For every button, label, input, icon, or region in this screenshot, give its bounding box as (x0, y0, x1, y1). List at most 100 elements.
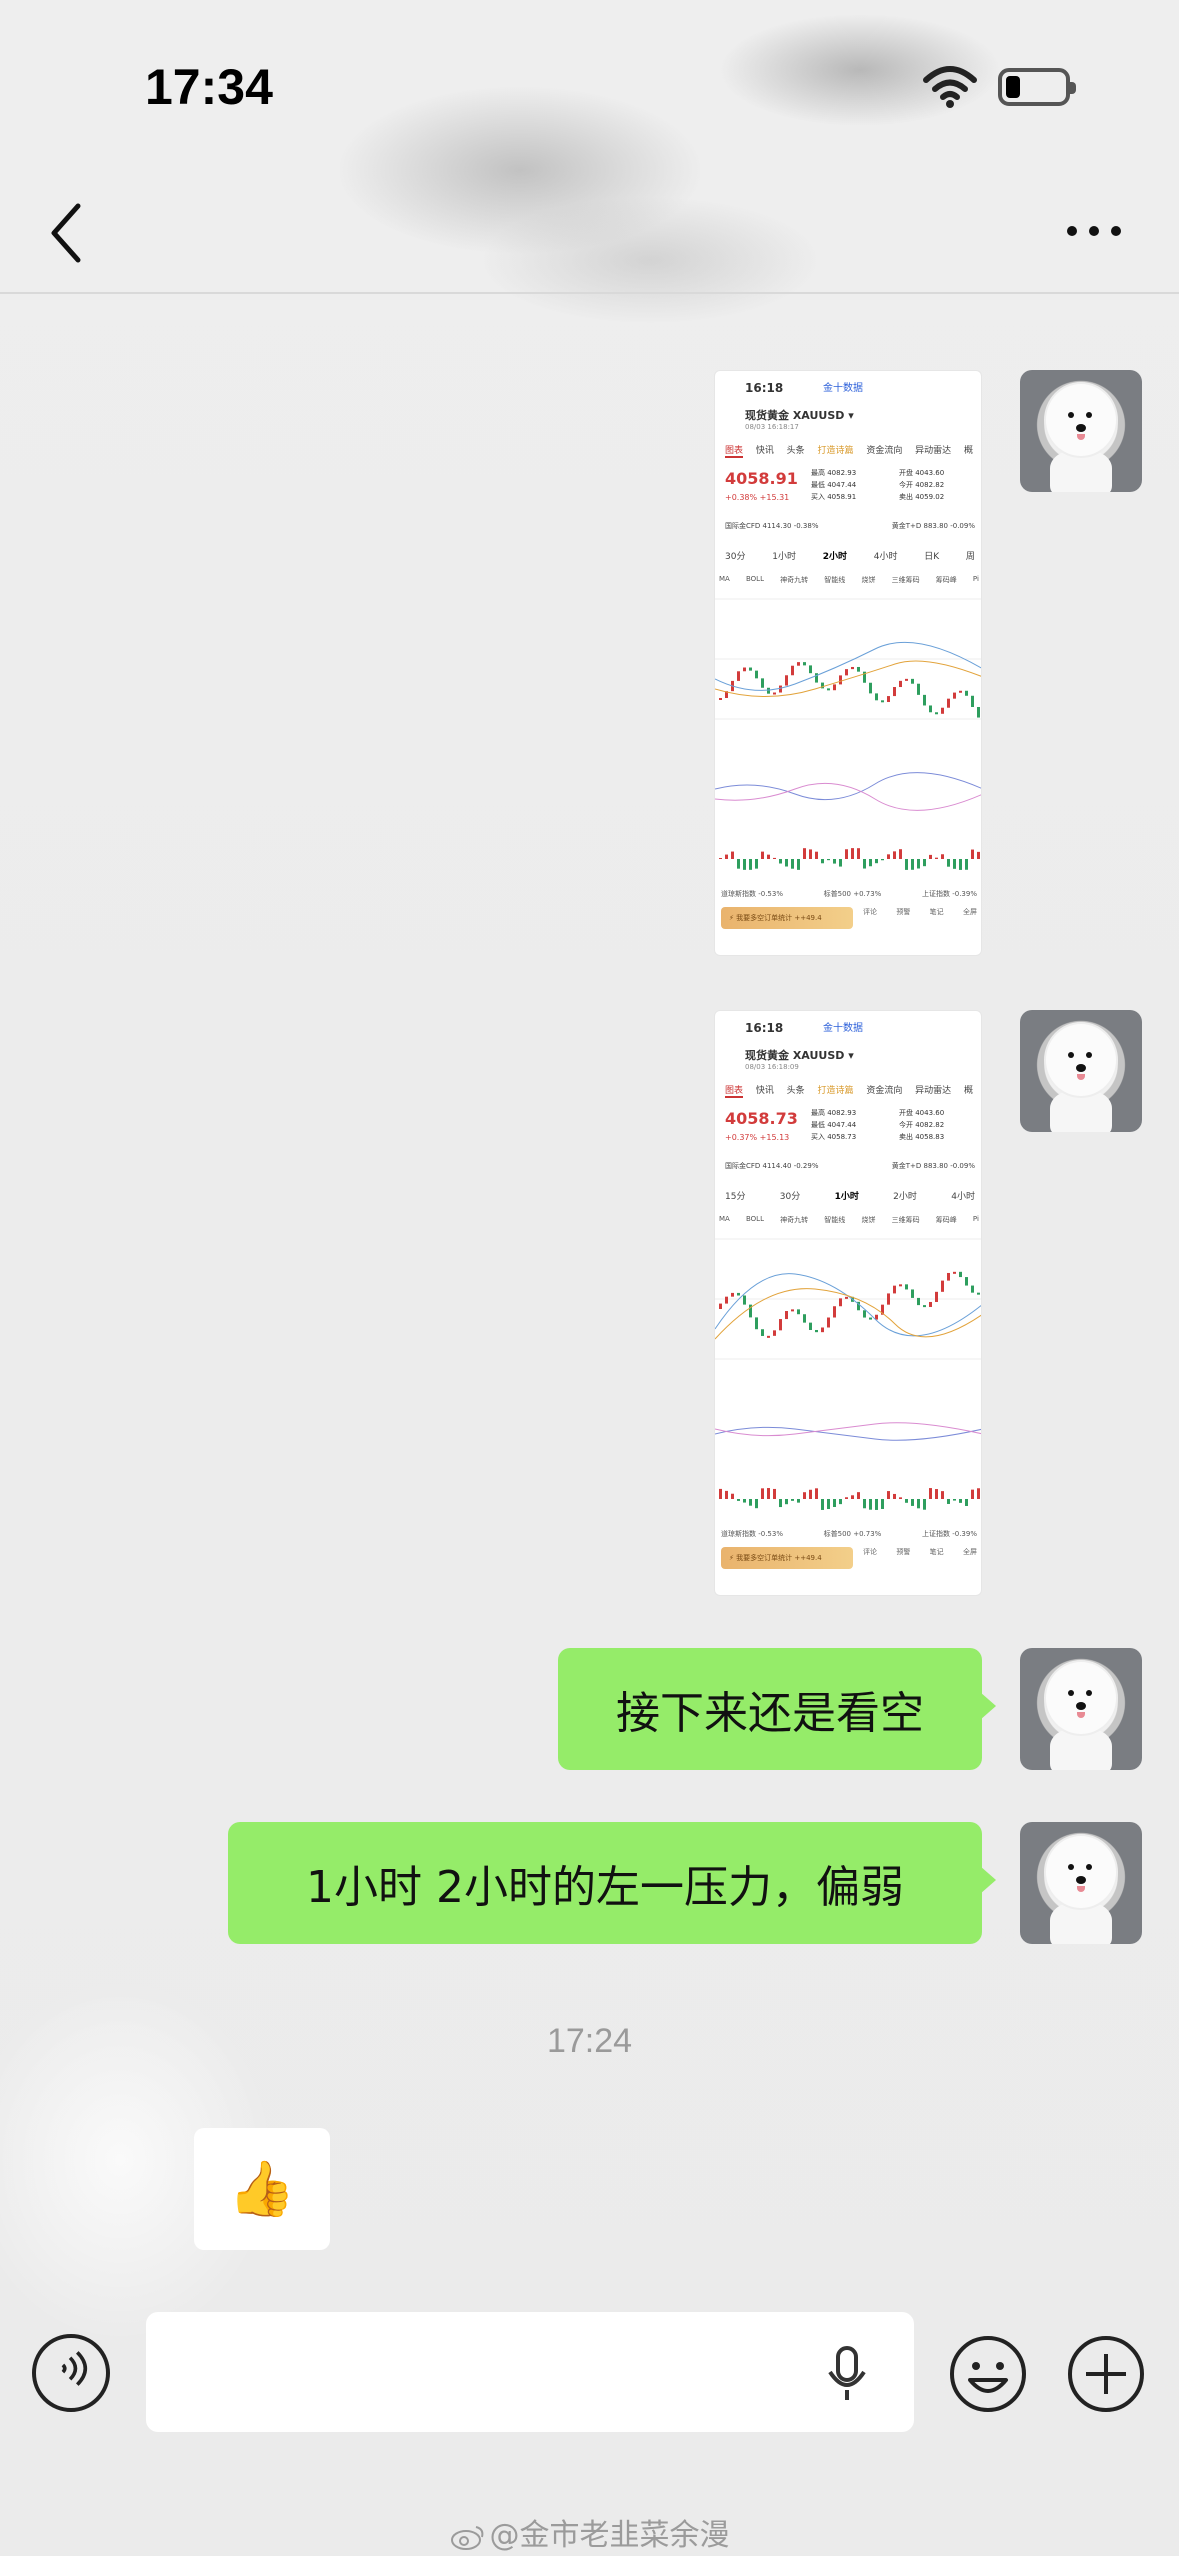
candle (845, 1296, 848, 1299)
macd-bar (773, 1488, 776, 1499)
more-dots-icon[interactable] (1064, 216, 1124, 246)
macd-bar (821, 859, 824, 864)
candle (725, 1296, 728, 1304)
macd-bar (827, 859, 830, 861)
macd-bar (947, 1499, 950, 1504)
screenshot-title: 现货黄金 XAUUSD ▾ (745, 1049, 854, 1062)
indicator: 智能线 (824, 576, 846, 584)
candle (809, 1322, 812, 1330)
avatar[interactable] (1020, 1822, 1142, 1944)
status-bar: 17:34 (0, 0, 1179, 170)
period: 1小时 (772, 552, 796, 562)
image-message[interactable]: 16:18 金十数据 现货黄金 XAUUSD ▾ 08/03 16:18:17 … (714, 370, 982, 956)
macd-bar (923, 1499, 926, 1510)
macd-bar (881, 859, 884, 861)
message-text: 1小时 2小时的左一压力，偏弱 (306, 1862, 904, 1913)
candle (911, 1289, 914, 1298)
candle (863, 1310, 866, 1318)
screenshot-tab: 异动雷达 (915, 1086, 952, 1096)
stat: 最高 4082.93 (811, 1109, 857, 1117)
indicator: 烧饼 (861, 1216, 876, 1224)
avatar[interactable] (1020, 1648, 1142, 1770)
toolbar-item: 笔记 (929, 1548, 944, 1556)
message-bubble[interactable]: 接下来还是看空 (558, 1648, 996, 1770)
macd-bar (881, 1499, 884, 1509)
macd-bar (941, 1491, 944, 1499)
macd-bar (797, 1499, 800, 1503)
macd-bar (893, 1493, 896, 1499)
screenshot-tab: 头条 (786, 446, 805, 456)
index-item: 标普500 +0.73% (823, 1530, 882, 1538)
candle (755, 1317, 758, 1330)
toolbar-item: 全屏 (962, 1548, 977, 1556)
chevron-left-icon[interactable] (44, 198, 94, 268)
macd-bar (731, 851, 734, 859)
candle (929, 705, 932, 713)
candle (929, 1301, 932, 1307)
chat-header (0, 170, 1179, 294)
screenshot-periods: 30分 1小时 2小时 4小时 日K 周 (725, 549, 975, 562)
macd-bar (809, 1489, 812, 1499)
macd-bar (857, 848, 860, 859)
emoji-icon[interactable] (948, 2334, 1028, 2414)
message-bubble[interactable]: 1小时 2小时的左一压力，偏弱 (228, 1822, 996, 1944)
candle (731, 1292, 734, 1297)
screenshot-tab: 打造诗篇 (817, 446, 854, 456)
candle (767, 687, 770, 694)
macd-bar (821, 1499, 824, 1510)
candle (833, 684, 836, 691)
screenshot-tab: 图表 (725, 1083, 744, 1098)
incoming-message-bubble[interactable]: 👍 (194, 2128, 330, 2250)
indicator: MA (719, 575, 730, 583)
macd-bar (845, 1497, 848, 1499)
macd-bar (833, 1499, 836, 1507)
toolbar-item: 全屏 (962, 908, 977, 916)
screenshot-tab: 快讯 (755, 446, 774, 456)
plus-icon[interactable] (1066, 2334, 1146, 2414)
screenshot-change: +0.38% +15.31 (725, 493, 790, 502)
candle (971, 1285, 974, 1293)
macd-bar (851, 848, 854, 859)
candle (941, 1280, 944, 1292)
candle (809, 665, 812, 674)
screenshot-stats-right: 开盘 4043.60 今开 4082.82 卖出 4058.83 (899, 1107, 944, 1143)
screenshot-tab: 图表 (725, 443, 744, 458)
avatar[interactable] (1020, 370, 1142, 492)
candlestick-chart-thumbnail (715, 1238, 981, 1510)
candle (905, 678, 908, 681)
macd-bar (929, 1488, 932, 1499)
macd-bar (977, 1488, 980, 1499)
candle (911, 678, 914, 684)
screenshot-tab: 头条 (786, 1086, 805, 1096)
period: 2小时 (893, 1192, 917, 1202)
macd-bar (803, 848, 806, 859)
macd-bar (935, 857, 938, 859)
candle (953, 1271, 956, 1274)
macd-bar (929, 854, 932, 859)
stat: 今开 4082.82 (899, 1121, 945, 1129)
macd-bar (845, 849, 848, 859)
candle (887, 696, 890, 703)
candle (743, 667, 746, 672)
candle (917, 683, 920, 695)
stat: 最低 4047.44 (811, 481, 857, 489)
indicator: BOLL (745, 575, 764, 583)
image-message[interactable]: 16:18 金十数据 现货黄金 XAUUSD ▾ 08/03 16:18:09 … (714, 1010, 982, 1596)
avatar[interactable] (1020, 1010, 1142, 1132)
message-input[interactable] (146, 2312, 914, 2432)
screenshot-stats-right: 开盘 4043.60 今开 4082.82 卖出 4059.02 (899, 467, 944, 503)
screenshot-tabs: 图表 快讯 头条 打造诗篇 资金流向 异动雷达 概 (725, 1083, 973, 1098)
screenshot-brand: 金十数据 (823, 383, 863, 394)
microphone-icon[interactable] (826, 2346, 868, 2402)
message-list: 16:18 金十数据 现货黄金 XAUUSD ▾ 08/03 16:18:17 … (0, 300, 1179, 2290)
macd-bar (899, 849, 902, 859)
screenshot-indicators: MA BOLL 神奇九转 智能线 烧饼 三维筹码 筹码峰 Pi (719, 1215, 979, 1225)
screenshot-cta: ⚡ 我要多空订单统计 ++49.4 (721, 1547, 853, 1569)
candle (719, 1303, 722, 1309)
candle (779, 685, 782, 693)
stat: 买入 4058.91 (811, 493, 857, 501)
battery-icon (998, 68, 1076, 106)
indicator: 筹码峰 (935, 1216, 957, 1224)
macd-bar (803, 1492, 806, 1499)
voice-icon[interactable] (32, 2334, 110, 2412)
